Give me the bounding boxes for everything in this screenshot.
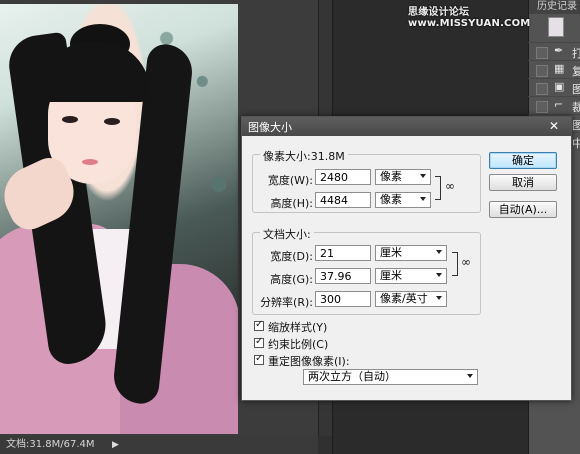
chevron-down-icon xyxy=(420,197,426,201)
pixel-height-input[interactable]: 4484 xyxy=(315,192,371,208)
pixel-dimensions-title: 像素大小:31.8M xyxy=(260,148,348,164)
constrain-proportions-label[interactable]: 约束比例(C) xyxy=(268,336,328,352)
doc-width-input[interactable]: 21 xyxy=(315,245,371,261)
checkmark-icon: ✓ xyxy=(255,336,264,347)
doc-width-unit-select[interactable]: 厘米 xyxy=(375,245,447,261)
chevron-down-icon xyxy=(436,273,442,277)
history-item[interactable]: ▣图 xyxy=(528,78,580,97)
chevron-down-icon xyxy=(436,250,442,254)
history-item-label: 图 xyxy=(572,119,580,132)
resample-image-label[interactable]: 重定图像像素(I): xyxy=(268,353,350,369)
history-item-label: 复 xyxy=(572,65,580,78)
history-item-label: 裁 xyxy=(572,101,580,114)
pixel-width-label: 宽度(W): xyxy=(267,174,313,187)
chain-link-icon: ∞ xyxy=(445,179,455,193)
history-toggle-box[interactable] xyxy=(536,101,548,113)
dialog-titlebar[interactable]: 图像大小 ✕ xyxy=(242,117,571,136)
history-item-label: 图 xyxy=(572,83,580,96)
history-item[interactable]: ✒ 打 xyxy=(528,42,580,61)
constrain-proportions-checkbox[interactable]: ✓ xyxy=(254,336,264,348)
cancel-button[interactable]: 取消 xyxy=(489,174,557,191)
checkmark-icon: ✓ xyxy=(255,353,264,364)
doc-height-input[interactable]: 37.96 xyxy=(315,268,371,284)
resample-image-checkbox[interactable]: ✓ xyxy=(254,353,264,365)
chevron-down-icon xyxy=(436,296,442,300)
auto-button[interactable]: 自动(A)... xyxy=(489,201,557,218)
history-item[interactable]: ▦ 复 xyxy=(528,60,580,79)
resolution-label: 分辨率(R): xyxy=(260,296,313,309)
history-item-label: 中 xyxy=(572,137,580,150)
ok-button[interactable]: 确定 xyxy=(489,152,557,169)
pixel-height-unit-select[interactable]: 像素 xyxy=(375,192,431,208)
document-size-text: 文档:31.8M/67.4M xyxy=(6,439,95,450)
doc-height-unit-select[interactable]: 厘米 xyxy=(375,268,447,284)
history-item[interactable]: ⌐ 裁 xyxy=(528,96,580,115)
chevron-down-icon xyxy=(420,174,426,178)
history-toggle-box[interactable] xyxy=(536,65,548,77)
image-icon: ▣ xyxy=(554,80,565,93)
history-item-label: 打 xyxy=(572,47,580,60)
history-toggle-box[interactable] xyxy=(536,47,548,59)
watermark: 思缘设计论坛 www.MISSYUAN.COM xyxy=(408,7,531,29)
doc-link-bracket xyxy=(452,252,458,276)
status-bar: 文档:31.8M/67.4M ▶ xyxy=(0,436,332,454)
chevron-down-icon xyxy=(467,374,473,378)
pixel-width-unit-select[interactable]: 像素 xyxy=(375,169,431,185)
doc-width-label: 宽度(D): xyxy=(270,250,313,263)
status-menu-arrow-icon[interactable]: ▶ xyxy=(112,436,119,454)
document-size-title: 文档大小: xyxy=(260,226,314,242)
pixel-link-bracket xyxy=(435,176,441,200)
resolution-input[interactable]: 300 xyxy=(315,291,371,307)
pixel-height-label: 高度(H): xyxy=(270,197,313,210)
close-icon[interactable]: ✕ xyxy=(544,119,564,133)
history-toggle-box[interactable] xyxy=(536,83,548,95)
checkmark-icon: ✓ xyxy=(255,319,264,330)
crop-icon: ⌐ xyxy=(554,98,564,111)
chain-link-icon: ∞ xyxy=(461,255,471,269)
resolution-unit-select[interactable]: 像素/英寸 xyxy=(375,291,447,307)
doc-height-label: 高度(G): xyxy=(270,273,313,286)
resample-method-select[interactable]: 两次立方（自动） xyxy=(303,369,478,385)
document-icon: ▦ xyxy=(554,62,565,75)
brush-icon: ✒ xyxy=(554,44,564,57)
pixel-width-input[interactable]: 2480 xyxy=(315,169,371,185)
scale-styles-checkbox[interactable]: ✓ xyxy=(254,319,264,331)
portrait-photo xyxy=(0,4,238,434)
dialog-title: 图像大小 xyxy=(248,121,292,134)
scale-styles-label[interactable]: 缩放样式(Y) xyxy=(268,319,327,335)
image-size-dialog: 图像大小 ✕ 像素大小:31.8M 宽度(W): 2480 像素 高度(H): … xyxy=(241,116,572,401)
